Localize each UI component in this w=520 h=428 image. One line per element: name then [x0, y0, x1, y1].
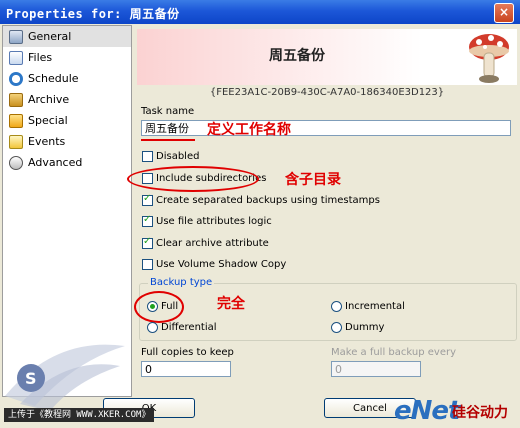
sidebar-item-label: Archive: [28, 93, 70, 106]
subdirectories-annotation: 含子目录: [285, 172, 341, 188]
sidebar-item-archive[interactable]: Archive: [3, 89, 131, 110]
subdirectories-ring: [127, 166, 259, 192]
shadow-copy-checkbox[interactable]: Use Volume Shadow Copy: [142, 259, 286, 270]
general-page: 周五备份 {FEE23A1C-20B9-430C-A7A0-186340E3D1…: [127, 25, 520, 395]
header-banner: 周五备份: [137, 29, 517, 85]
checkbox-label: Disabled: [156, 151, 200, 162]
make-full-label: Make a full backup every: [331, 347, 456, 358]
files-icon: [9, 50, 23, 65]
sidebar-item-label: General: [28, 30, 72, 43]
checkbox-label: Use Volume Shadow Copy: [156, 259, 287, 270]
special-icon: [9, 113, 23, 128]
properties-window: Properties for: 周五备份 × General Files Sch…: [0, 0, 520, 428]
enet-cn-logo: 硅谷动力: [452, 405, 508, 421]
enet-logo: eNet: [394, 396, 460, 426]
sidebar-item-label: Advanced: [28, 156, 83, 169]
archive-icon: [9, 92, 23, 107]
radio-differential[interactable]: Differential: [147, 322, 217, 333]
radio-dot[interactable]: [147, 322, 158, 333]
checkbox-box[interactable]: [142, 193, 153, 206]
svg-text:S: S: [25, 369, 37, 388]
checkbox-box[interactable]: [142, 214, 153, 227]
checkbox-box[interactable]: [142, 236, 153, 249]
full-copies-label: Full copies to keep: [141, 347, 234, 358]
page-title: 周五备份: [269, 48, 325, 64]
schedule-icon: [9, 71, 23, 86]
file-attributes-checkbox[interactable]: Use file attributes logic: [142, 214, 272, 227]
window-title: Properties for: 周五备份: [6, 7, 180, 21]
sidebar-item-label: Schedule: [28, 72, 79, 85]
sidebar-item-advanced[interactable]: Advanced: [3, 152, 131, 173]
task-name-input[interactable]: 周五备份: [141, 120, 511, 136]
radio-incremental[interactable]: Incremental: [331, 301, 405, 312]
sidebar-item-general[interactable]: General: [3, 26, 131, 47]
sidebar-item-label: Special: [28, 114, 68, 127]
radio-dot[interactable]: [331, 301, 342, 312]
radio-label: Incremental: [345, 301, 405, 312]
radio-dummy[interactable]: Dummy: [331, 322, 384, 333]
mushroom-icon: [469, 34, 509, 83]
sidebar-item-schedule[interactable]: Schedule: [3, 68, 131, 89]
backup-type-label: Backup type: [148, 277, 215, 288]
full-annotation: 完全: [217, 296, 245, 312]
advanced-icon: [9, 155, 23, 170]
events-icon: [9, 134, 23, 149]
sidebar-item-special[interactable]: Special: [3, 110, 131, 131]
close-button[interactable]: ×: [494, 3, 514, 23]
upload-watermark: 上传于《教程网 WWW.XKER.COM》: [4, 408, 155, 422]
full-copies-input[interactable]: 0: [141, 361, 231, 377]
general-icon: [9, 29, 23, 44]
sidebar-item-label: Files: [28, 51, 53, 64]
task-name-underline: [141, 139, 195, 141]
sidebar-item-events[interactable]: Events: [3, 131, 131, 152]
checkbox-label: Clear archive attribute: [156, 238, 269, 249]
clear-archive-checkbox[interactable]: Clear archive attribute: [142, 236, 269, 249]
checkbox-box[interactable]: [142, 151, 153, 162]
full-ring: [134, 291, 184, 323]
separated-backups-checkbox[interactable]: Create separated backups using timestamp…: [142, 193, 380, 206]
sidebar-item-files[interactable]: Files: [3, 47, 131, 68]
make-full-input[interactable]: 0: [331, 361, 421, 377]
disabled-checkbox[interactable]: Disabled: [142, 151, 199, 162]
radio-label: Differential: [161, 322, 217, 333]
task-name-annotation: 定义工作名称: [207, 122, 291, 138]
task-guid: {FEE23A1C-20B9-430C-A7A0-186340E3D123}: [209, 87, 445, 98]
checkbox-box[interactable]: [142, 259, 153, 270]
sidebar: General Files Schedule Archive Special E…: [2, 25, 132, 411]
task-name-label: Task name: [141, 106, 195, 117]
radio-dot[interactable]: [331, 322, 342, 333]
radio-label: Dummy: [345, 322, 385, 333]
sidebar-item-label: Events: [28, 135, 66, 148]
checkbox-label: Use file attributes logic: [156, 216, 272, 227]
checkbox-label: Create separated backups using timestamp…: [156, 195, 380, 206]
title-bar[interactable]: Properties for: 周五备份 ×: [0, 0, 520, 24]
